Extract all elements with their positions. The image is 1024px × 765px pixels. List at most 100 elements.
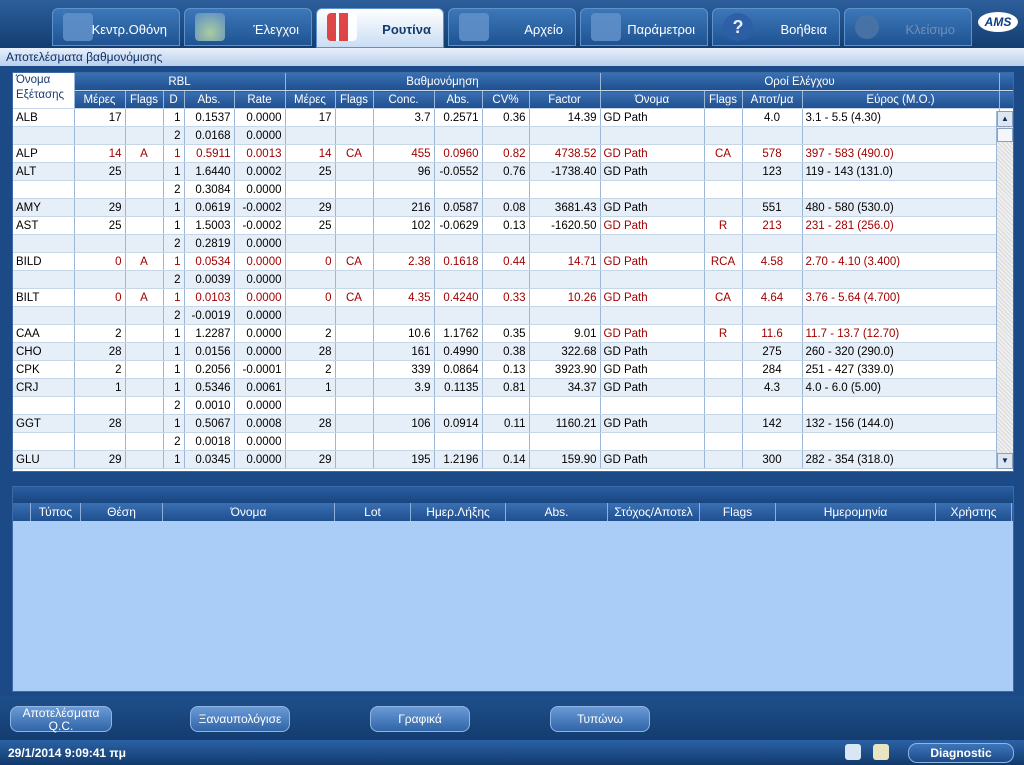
table-row[interactable]: ALP 14 A 1 0.5911 0.0013 14 CA 455 0.0960 0.82 4738… <box>13 144 1013 163</box>
column-header[interactable]: Flags <box>704 90 743 109</box>
table-cell: 1 <box>163 360 185 379</box>
printer-icon[interactable] <box>845 744 861 760</box>
recalculate-button[interactable]: Ξαναυπολόγισε <box>190 706 290 732</box>
qc-column-header[interactable]: Abs. <box>506 503 608 521</box>
table-cell: -1738.40 <box>529 162 601 181</box>
column-header[interactable]: Abs. <box>434 90 483 109</box>
table-row[interactable]: 2 0.3084 0.0000 <box>13 180 1013 199</box>
table-cell: 2.38 <box>373 252 435 271</box>
graphs-button[interactable]: Γραφικά <box>370 706 470 732</box>
table-cell <box>285 270 336 289</box>
table-cell <box>13 234 75 253</box>
table-cell: 29 <box>285 450 336 469</box>
qc-panel-toolbar <box>13 487 1013 503</box>
column-header[interactable]: Εύρος (Μ.Ο.) <box>802 90 1000 109</box>
column-header[interactable]: D <box>163 90 185 109</box>
table-row[interactable]: CHO 28 1 0.0156 0.0000 28 161 0.4990 0.38 322.68 G… <box>13 342 1013 361</box>
table-row[interactable]: GGT 28 1 0.5067 0.0008 28 106 0.0914 0.11 1160.21… <box>13 414 1013 433</box>
qc-column-header[interactable]: Θέση <box>81 503 163 521</box>
table-cell <box>125 216 164 235</box>
table-cell: GD Path <box>600 414 705 433</box>
print-button[interactable]: Τυπώνω <box>550 706 650 732</box>
tab-parameters[interactable]: Παράμετροι <box>580 8 708 46</box>
column-header[interactable]: Αποτ/μα <box>742 90 803 109</box>
table-cell: A <box>125 144 164 163</box>
table-cell <box>125 162 164 181</box>
table-row[interactable]: 2 -0.0019 0.0000 <box>13 306 1013 325</box>
table-row[interactable]: AMY 29 1 0.0619 -0.0002 29 216 0.0587 0.08 3681.4… <box>13 198 1013 217</box>
qc-column-header[interactable]: Lot <box>335 503 411 521</box>
table-cell: 0.0013 <box>234 144 286 163</box>
qc-table-header: Τύπος Θέση Όνομα Lot Ημερ.Λήξης Abs. Στόχος/Απ… <box>13 503 1013 521</box>
table-row[interactable]: CAA 2 1 1.2287 0.0000 2 10.6 1.1762 0.35 9.01 GD P… <box>13 324 1013 343</box>
table-row[interactable]: BILD 0 A 1 0.0534 0.0000 0 CA 2.38 0.1618 0.44 14.7… <box>13 252 1013 271</box>
table-row[interactable]: 2 0.0010 0.0000 <box>13 396 1013 415</box>
qc-column-header[interactable]: Τύπος <box>31 503 81 521</box>
table-row[interactable]: AST 25 1 1.5003 -0.0002 25 102 -0.0629 0.13 -1620… <box>13 216 1013 235</box>
table-row[interactable]: BILT 0 A 1 0.0103 0.0000 0 CA 4.35 0.4240 0.33 10.2… <box>13 288 1013 307</box>
table-row[interactable]: ALB 17 1 0.1537 0.0000 17 3.7 0.2571 0.36 14.39 GD… <box>13 108 1013 127</box>
table-row[interactable]: 2 0.0168 0.0000 <box>13 126 1013 145</box>
tab-close: Κλείσιμο <box>844 8 972 46</box>
table-cell: 0.0000 <box>234 342 286 361</box>
table-cell: RCA <box>704 252 743 271</box>
qc-column-header[interactable]: Ημερ.Λήξης <box>411 503 506 521</box>
table-cell: CPK <box>13 360 75 379</box>
table-cell: 159.90 <box>529 450 601 469</box>
tab-routine[interactable]: Ρουτίνα <box>316 8 444 48</box>
table-cell: AST <box>13 216 75 235</box>
column-header[interactable]: Conc. <box>373 90 435 109</box>
table-cell: 0.0000 <box>234 396 286 415</box>
column-header[interactable]: Factor <box>529 90 601 109</box>
qc-column-header[interactable]: Ημερομηνία <box>776 503 936 521</box>
table-row[interactable]: 2 0.0039 0.0000 <box>13 270 1013 289</box>
diagnostic-mode-button[interactable]: Diagnostic <box>908 743 1014 763</box>
table-row[interactable]: GLU 29 1 0.0345 0.0000 29 195 1.2196 0.14 159.90 G… <box>13 450 1013 469</box>
vertical-scrollbar[interactable]: ▲ ▼ <box>996 111 1013 469</box>
scroll-up-icon[interactable]: ▲ <box>997 111 1013 127</box>
table-cell: 3.9 <box>373 378 435 397</box>
qc-column-header[interactable]: Στόχος/Αποτελ <box>608 503 700 521</box>
table-row[interactable]: 2 0.0018 0.0000 <box>13 432 1013 451</box>
column-header[interactable]: Flags <box>335 90 374 109</box>
qc-column-header[interactable]: Χρήστης <box>936 503 1012 521</box>
table-cell <box>529 180 601 199</box>
column-header[interactable]: Rate <box>234 90 286 109</box>
table-row[interactable]: ALT 25 1 1.6440 0.0002 25 96 -0.0552 0.76 -1738.4… <box>13 162 1013 181</box>
table-cell <box>13 270 75 289</box>
table-cell <box>335 108 374 127</box>
notes-icon[interactable] <box>873 744 889 760</box>
table-cell: 10.26 <box>529 288 601 307</box>
table-cell: GD Path <box>600 144 705 163</box>
table-row[interactable]: CRJ 1 1 0.5346 0.0061 1 3.9 0.1135 0.81 34.37 GD P… <box>13 378 1013 397</box>
scroll-down-icon[interactable]: ▼ <box>997 453 1013 469</box>
table-cell <box>285 234 336 253</box>
column-header[interactable]: CV% <box>482 90 530 109</box>
table-cell: 216 <box>373 198 435 217</box>
tab-help[interactable]: ? Βοήθεια <box>712 8 840 46</box>
table-row[interactable]: 2 0.2819 0.0000 <box>13 234 1013 253</box>
table-cell <box>373 396 435 415</box>
column-header[interactable]: Flags <box>125 90 164 109</box>
qc-column-header[interactable]: Όνομα <box>163 503 335 521</box>
column-header[interactable]: Όνομα <box>600 90 705 109</box>
qc-column-header[interactable]: Flags <box>700 503 776 521</box>
table-cell <box>335 324 374 343</box>
table-cell: 0.38 <box>482 342 530 361</box>
table-row[interactable]: CPK 2 1 0.2056 -0.0001 2 339 0.0864 0.13 3923.90 G… <box>13 360 1013 379</box>
qc-results-button[interactable]: Αποτελέσματα Q.C. <box>10 706 112 733</box>
column-header[interactable]: Μέρες <box>285 90 336 109</box>
table-cell <box>125 396 164 415</box>
table-cell: GD Path <box>600 342 705 361</box>
tab-main-screen[interactable]: Κεντρ.Οθόνη <box>52 8 180 46</box>
scroll-thumb[interactable] <box>997 128 1013 142</box>
table-cell: 4.0 <box>742 108 803 127</box>
column-header[interactable]: Abs. <box>184 90 235 109</box>
table-cell <box>373 432 435 451</box>
table-cell: 3.7 <box>373 108 435 127</box>
table-cell <box>335 378 374 397</box>
column-header[interactable]: Μέρες <box>74 90 126 109</box>
tab-archive[interactable]: Αρχείο <box>448 8 576 46</box>
tab-controls[interactable]: Έλεγχοι <box>184 8 312 46</box>
table-cell: 1 <box>163 450 185 469</box>
